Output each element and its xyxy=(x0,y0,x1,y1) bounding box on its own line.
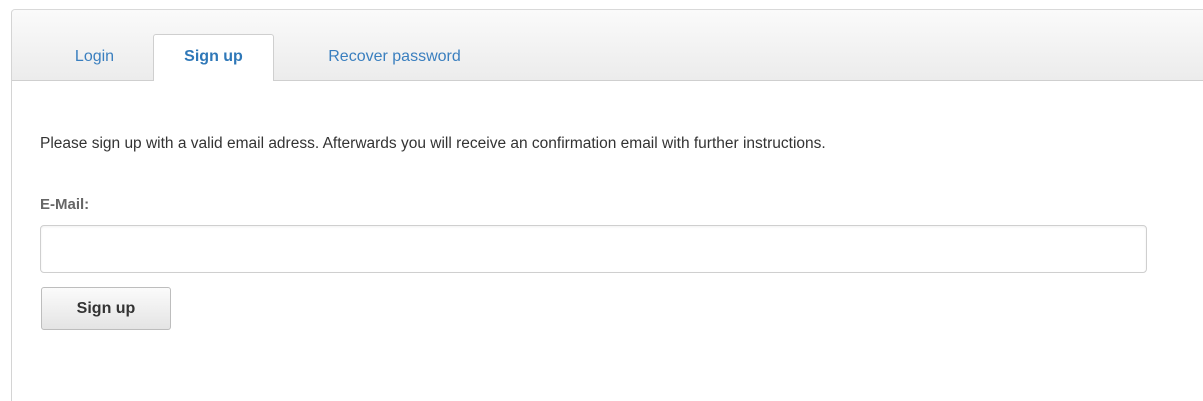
email-field[interactable] xyxy=(40,225,1147,273)
tab-recover-password[interactable]: Recover password xyxy=(302,35,487,80)
tab-login[interactable]: Login xyxy=(52,35,137,80)
signup-instructions: Please sign up with a valid email adress… xyxy=(40,135,826,152)
tab-signup[interactable]: Sign up xyxy=(153,34,274,81)
signup-button[interactable]: Sign up xyxy=(41,287,171,330)
tab-bar: Login Sign up Recover password xyxy=(12,10,1203,81)
signup-panel: Login Sign up Recover password Please si… xyxy=(11,9,1203,401)
email-label: E-Mail: xyxy=(40,196,90,213)
